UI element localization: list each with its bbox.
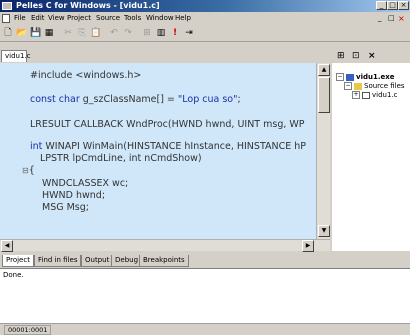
scroll-left-arrow-icon[interactable]: ◀ (1, 240, 13, 252)
code-line-lresult: LRESULT CALLBACK WndProc(HWND hwnd, UINT… (30, 119, 305, 130)
output-text: Done. (3, 271, 24, 279)
menu-tools[interactable]: Tools (124, 13, 141, 24)
menu-help[interactable]: Help (175, 13, 191, 24)
code-line-const: const char g_szClassName[] = "Lop cua so… (30, 94, 241, 105)
bottom-tab-strip: Project Find in files Output Debug Break… (0, 255, 410, 268)
scroll-right-arrow-icon[interactable]: ▶ (302, 240, 314, 252)
menu-bar: File Edit View Project Source Tools Wind… (0, 12, 410, 25)
exe-icon (346, 73, 354, 81)
debug-icon[interactable]: ⇥ (183, 27, 195, 39)
code-keyword: const char (30, 94, 80, 105)
menu-window[interactable]: Window (146, 13, 174, 24)
tab-project[interactable]: Project (2, 255, 34, 267)
code-line-winmain: int WINAPI WinMain(HINSTANCE hInstance, … (30, 141, 306, 152)
code-text: g_szClassName[] = (79, 94, 178, 105)
maximize-button[interactable]: □ (387, 1, 398, 10)
code-line-include: #include <windows.h> (30, 70, 142, 81)
tab-vidu1-c[interactable]: vidu1.c (1, 50, 31, 62)
title-bar[interactable]: Pelles C for Windows - [vidu1.c] _ □ × (0, 0, 410, 12)
vertical-scroll-thumb[interactable] (318, 77, 330, 113)
menu-source[interactable]: Source (96, 13, 120, 24)
document-icon[interactable] (2, 14, 10, 23)
window-title: Pelles C for Windows - [vidu1.c] (16, 1, 160, 10)
copy-icon[interactable]: ⎘ (76, 27, 88, 39)
code-line-winmain-cont: LPSTR lpCmdLine, int nCmdShow) (40, 153, 202, 164)
panel-close-icon[interactable]: × (368, 51, 376, 61)
tree-file[interactable]: + vidu1.c (352, 91, 398, 100)
doc-maximize-button[interactable]: □ (388, 13, 395, 24)
paste-icon[interactable]: 📋 (90, 27, 102, 39)
collapse-icon[interactable]: − (336, 73, 344, 81)
fold-marker-icon[interactable]: ⊟ (22, 166, 29, 175)
scroll-down-arrow-icon[interactable]: ▼ (318, 225, 330, 237)
document-tab-strip: vidu1.c (0, 49, 330, 63)
cursor-position: 00001:0001 (4, 325, 52, 335)
doc-minimize-button[interactable]: _ (378, 13, 382, 24)
tree-folder[interactable]: − Source files (344, 82, 405, 91)
app-icon[interactable] (2, 2, 12, 10)
code-text: ; (237, 94, 241, 105)
compile-icon[interactable]: ⊞ (141, 27, 153, 39)
toolbar: 🗋 📂 💾 ▦ ✂ ⎘ 📋 ↶ ↷ ⊞ ▥ ! ⇥ (0, 25, 410, 42)
code-line-hwnd: HWND hwnd; (42, 190, 106, 201)
source-file-icon (362, 91, 370, 99)
close-button[interactable]: × (398, 1, 409, 10)
tab-debug[interactable]: Debug (111, 255, 143, 267)
code-line-wc: WNDCLASSEX wc; (42, 178, 129, 189)
tab-breakpoints[interactable]: Breakpoints (139, 255, 189, 267)
status-bar: 00001:0001 (0, 323, 410, 335)
tree-file-label: vidu1.c (372, 91, 398, 99)
scroll-up-arrow-icon[interactable]: ▲ (318, 64, 330, 76)
collapse-icon[interactable]: − (344, 82, 352, 90)
open-folder-icon[interactable]: 📂 (16, 27, 28, 39)
build-icon[interactable]: ▥ (155, 27, 167, 39)
project-panel: ⊞ ⊡ × − vidu1.exe − Source files + vidu1.c (330, 49, 410, 251)
tab-find-in-files[interactable]: Find in files (34, 255, 82, 267)
menu-file[interactable]: File (14, 13, 26, 24)
editor-horizontal-scrollbar[interactable]: ◀ ▶ (0, 239, 330, 252)
panel-view-icon[interactable]: ⊞ (337, 51, 345, 61)
cut-icon[interactable]: ✂ (62, 27, 74, 39)
folder-icon (354, 82, 362, 90)
doc-close-button[interactable]: × (398, 13, 405, 24)
code-text: WINAPI WinMain(HINSTANCE hInstance, HINS… (42, 141, 307, 152)
expand-icon[interactable]: + (352, 91, 360, 99)
code-string: "Lop cua so" (177, 94, 238, 105)
code-line-msg: MSG Msg; (42, 202, 89, 213)
execute-icon[interactable]: ! (169, 27, 181, 39)
code-editor[interactable]: #include <windows.h> const char g_szClas… (0, 63, 316, 239)
code-line-brace: ⊟{ (22, 165, 35, 176)
tree-folder-label: Source files (364, 82, 405, 90)
panel-properties-icon[interactable]: ⊡ (352, 51, 360, 61)
project-panel-toolbar: ⊞ ⊡ × (332, 49, 410, 63)
minimize-button[interactable]: _ (376, 1, 387, 10)
save-icon[interactable]: 💾 (30, 27, 42, 39)
output-pane[interactable]: Done. (0, 268, 410, 323)
tree-root-label: vidu1.exe (356, 73, 395, 81)
tab-output[interactable]: Output (81, 255, 114, 267)
menu-project[interactable]: Project (67, 13, 91, 24)
code-keyword: int (30, 141, 43, 152)
redo-icon[interactable]: ↷ (122, 27, 134, 39)
save-all-icon[interactable]: ▦ (43, 27, 55, 39)
new-file-icon[interactable]: 🗋 (2, 27, 14, 39)
tree-root[interactable]: − vidu1.exe (336, 73, 395, 82)
code-brace: { (28, 165, 35, 176)
menu-view[interactable]: View (48, 13, 65, 24)
undo-icon[interactable]: ↶ (108, 27, 120, 39)
menu-edit[interactable]: Edit (31, 13, 45, 24)
editor-vertical-scrollbar[interactable]: ▲ ▼ (316, 63, 330, 239)
